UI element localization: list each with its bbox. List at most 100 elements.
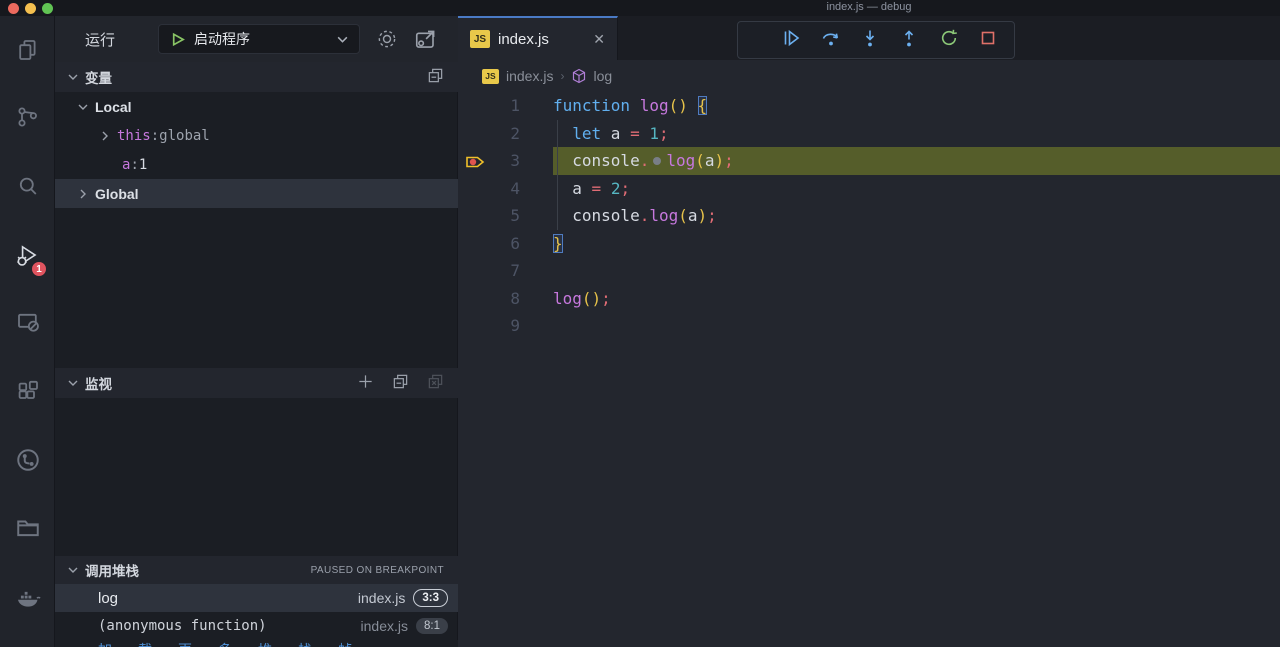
- collapse-all-icon[interactable]: [427, 67, 444, 87]
- symbol-method-icon: [571, 68, 587, 84]
- frame-name: (anonymous function): [98, 618, 267, 634]
- activity-bar: 1: [0, 16, 55, 647]
- code-line[interactable]: 5 console.log(a);: [458, 202, 1280, 230]
- sidebar-item-docker[interactable]: [0, 578, 55, 622]
- continue-button[interactable]: [776, 25, 806, 55]
- line-number: 7: [458, 257, 553, 285]
- search-icon: [16, 175, 40, 204]
- frame-name: log: [98, 590, 118, 607]
- stack-frame-row[interactable]: (anonymous function) index.js 8:1: [55, 612, 458, 640]
- chevron-down-icon: [67, 71, 79, 83]
- callstack-section-header[interactable]: 调用堆栈 PAUSED ON BREAKPOINT: [55, 556, 458, 584]
- close-icon[interactable]: ✕: [593, 31, 617, 48]
- frame-file: index.js: [358, 590, 405, 606]
- code-line[interactable]: 3 console.log(a);: [458, 147, 1280, 175]
- code-editor[interactable]: 1function log() {2 let a = 1;3 console.l…: [458, 92, 1280, 647]
- variables-section-title: 变量: [85, 67, 112, 87]
- inline-breakpoint-hint-icon[interactable]: [653, 157, 661, 165]
- traffic-minimize-button[interactable]: [25, 3, 36, 14]
- code-lines: 1function log() {2 let a = 1;3 console.l…: [458, 92, 1280, 340]
- traffic-close-button[interactable]: [8, 3, 19, 14]
- gutter[interactable]: 2: [458, 120, 553, 148]
- callstack-section-title: 调用堆栈: [85, 560, 139, 580]
- open-debug-console-button[interactable]: [413, 27, 438, 57]
- gutter[interactable]: 9: [458, 312, 553, 340]
- breadcrumb-file[interactable]: index.js: [506, 68, 553, 84]
- vscode-window: index.js — debug 1: [0, 0, 1280, 647]
- line-number: 9: [458, 312, 553, 340]
- variable-row-this[interactable]: this: global: [55, 121, 458, 150]
- variables-scope-local[interactable]: Local: [55, 92, 458, 121]
- sidebar-item-explorer[interactable]: [0, 30, 55, 74]
- code-line[interactable]: 6}: [458, 230, 1280, 258]
- code-line[interactable]: 4 a = 2;: [458, 175, 1280, 203]
- code-line[interactable]: 1function log() {: [458, 92, 1280, 120]
- gutter[interactable]: 1: [458, 92, 553, 120]
- gutter[interactable]: 8: [458, 285, 553, 313]
- toolbar-drag-handle[interactable]: [749, 25, 767, 55]
- title-bar: index.js — debug: [0, 0, 1280, 16]
- sidebar-item-git-graph[interactable]: [0, 440, 55, 484]
- step-into-button[interactable]: [855, 25, 885, 55]
- variables-scope-global[interactable]: Global: [55, 179, 458, 208]
- step-out-icon: [898, 27, 920, 54]
- continue-icon: [780, 27, 802, 54]
- sidebar-item-containers[interactable]: [0, 508, 55, 552]
- indent-guide: [557, 120, 558, 230]
- stop-icon: [977, 27, 999, 54]
- step-into-icon: [859, 27, 881, 54]
- sidebar-item-search[interactable]: [0, 167, 55, 211]
- code-line[interactable]: 2 let a = 1;: [458, 120, 1280, 148]
- line-number: 8: [458, 285, 553, 313]
- line-number: 2: [458, 120, 553, 148]
- sidebar-item-source-control[interactable]: [0, 97, 55, 141]
- tab-index-js[interactable]: JS index.js ✕: [458, 16, 618, 60]
- collapse-all-icon[interactable]: [392, 373, 409, 393]
- docker-icon: [15, 585, 41, 616]
- start-debug-icon[interactable]: [169, 31, 186, 48]
- window-title: index.js — debug: [458, 1, 1280, 13]
- stop-button[interactable]: [973, 25, 1003, 55]
- sidebar-item-extensions[interactable]: [0, 372, 55, 416]
- frame-position-badge: 8:1: [416, 618, 448, 634]
- load-more-frames-label: 加载更多堆栈帧: [55, 640, 458, 647]
- variable-value: global: [159, 128, 210, 144]
- launch-config-dropdown[interactable]: 启动程序: [158, 24, 360, 54]
- paused-status-badge: PAUSED ON BREAKPOINT: [311, 565, 458, 576]
- configure-gear-button[interactable]: [375, 27, 399, 56]
- step-out-button[interactable]: [894, 25, 924, 55]
- chevron-down-icon: [67, 377, 79, 389]
- chevron-down-icon: [67, 564, 79, 576]
- editor-group: JS index.js ✕: [458, 16, 1280, 647]
- sidebar-item-run-and-debug[interactable]: 1: [0, 235, 55, 279]
- variables-section-header[interactable]: 变量: [55, 62, 458, 92]
- gutter[interactable]: 3: [458, 147, 553, 175]
- gutter[interactable]: 4: [458, 175, 553, 203]
- add-expression-icon[interactable]: [357, 373, 374, 393]
- watch-section-header[interactable]: 监视: [55, 368, 458, 398]
- gutter[interactable]: 7: [458, 257, 553, 285]
- gutter[interactable]: 5: [458, 202, 553, 230]
- breadcrumb-symbol[interactable]: log: [593, 68, 612, 84]
- line-number: 1: [458, 92, 553, 120]
- line-number: 4: [458, 175, 553, 203]
- code-line[interactable]: 7: [458, 257, 1280, 285]
- chevron-down-icon: [336, 33, 359, 46]
- restart-button[interactable]: [934, 25, 964, 55]
- launch-config-value: 启动程序: [194, 29, 250, 49]
- load-more-frames-link[interactable]: 加载更多堆栈帧: [55, 640, 458, 647]
- chevron-right-icon: ›: [560, 69, 564, 83]
- line-number: 6: [458, 230, 553, 258]
- code-line[interactable]: 8log();: [458, 285, 1280, 313]
- tab-bar: JS index.js ✕: [458, 16, 1280, 60]
- frame-position-badge: 3:3: [413, 589, 448, 607]
- chevron-right-icon: [77, 188, 89, 200]
- sidebar-item-remote-explorer[interactable]: [0, 302, 55, 346]
- variable-separator: :: [130, 157, 138, 173]
- stack-frame-row[interactable]: log index.js 3:3: [55, 584, 458, 612]
- variable-row-a[interactable]: a: 1: [55, 150, 458, 179]
- traffic-zoom-button[interactable]: [42, 3, 53, 14]
- gutter[interactable]: 6: [458, 230, 553, 258]
- code-line[interactable]: 9: [458, 312, 1280, 340]
- step-over-button[interactable]: [816, 25, 846, 55]
